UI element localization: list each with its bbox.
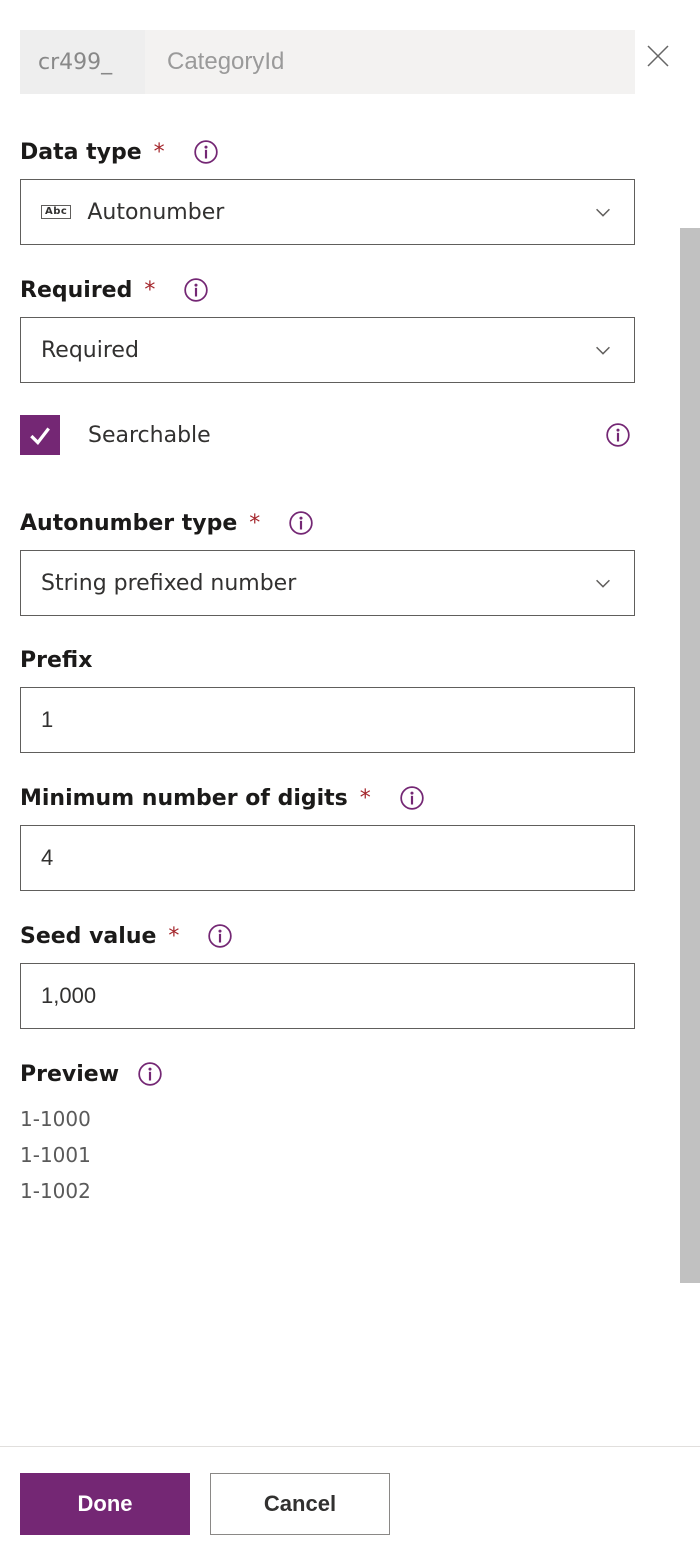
- required-star-icon: *: [168, 924, 179, 949]
- close-button[interactable]: [644, 42, 672, 70]
- required-star-icon: *: [144, 278, 155, 303]
- preview-list: 1-1000 1-1001 1-1002: [20, 1101, 635, 1209]
- info-icon[interactable]: [605, 422, 631, 448]
- schema-name-input[interactable]: [167, 30, 613, 94]
- chevron-down-icon: [592, 572, 614, 594]
- info-icon[interactable]: [207, 923, 233, 949]
- prefix-label: Prefix: [20, 648, 92, 673]
- autonumber-type-value: String prefixed number: [41, 571, 296, 596]
- check-icon: [27, 422, 53, 448]
- data-type-label: Data type: [20, 140, 142, 165]
- required-value: Required: [41, 338, 139, 363]
- chevron-down-icon: [592, 339, 614, 361]
- seed-value-label: Seed value: [20, 924, 156, 949]
- data-type-value: Autonumber: [87, 200, 224, 225]
- info-icon[interactable]: [193, 139, 219, 165]
- chevron-down-icon: [592, 201, 614, 223]
- required-star-icon: *: [154, 140, 165, 165]
- info-icon[interactable]: [183, 277, 209, 303]
- prefix-input[interactable]: [20, 687, 635, 753]
- autonumber-type-label: Autonumber type: [20, 511, 237, 536]
- footer-bar: Done Cancel: [0, 1446, 700, 1561]
- preview-line: 1-1002: [20, 1173, 635, 1209]
- text-type-icon: Abc: [41, 205, 71, 219]
- required-star-icon: *: [249, 511, 260, 536]
- close-icon: [644, 42, 672, 70]
- seed-value-input[interactable]: [20, 963, 635, 1029]
- required-label: Required: [20, 278, 132, 303]
- min-digits-input[interactable]: [20, 825, 635, 891]
- required-star-icon: *: [360, 786, 371, 811]
- autonumber-type-dropdown[interactable]: String prefixed number: [20, 550, 635, 616]
- info-icon[interactable]: [288, 510, 314, 536]
- data-type-dropdown[interactable]: Abc Autonumber: [20, 179, 635, 245]
- preview-line: 1-1001: [20, 1137, 635, 1173]
- required-dropdown[interactable]: Required: [20, 317, 635, 383]
- searchable-label: Searchable: [88, 423, 211, 448]
- preview-label: Preview: [20, 1062, 119, 1087]
- done-button[interactable]: Done: [20, 1473, 190, 1535]
- min-digits-label: Minimum number of digits: [20, 786, 348, 811]
- cancel-button[interactable]: Cancel: [210, 1473, 390, 1535]
- info-icon[interactable]: [137, 1061, 163, 1087]
- preview-line: 1-1000: [20, 1101, 635, 1137]
- schema-name-prefix: cr499_: [20, 30, 145, 94]
- schema-name-row: cr499_: [20, 30, 635, 94]
- searchable-checkbox[interactable]: [20, 415, 60, 455]
- info-icon[interactable]: [399, 785, 425, 811]
- scrollbar-thumb[interactable]: [680, 228, 700, 1283]
